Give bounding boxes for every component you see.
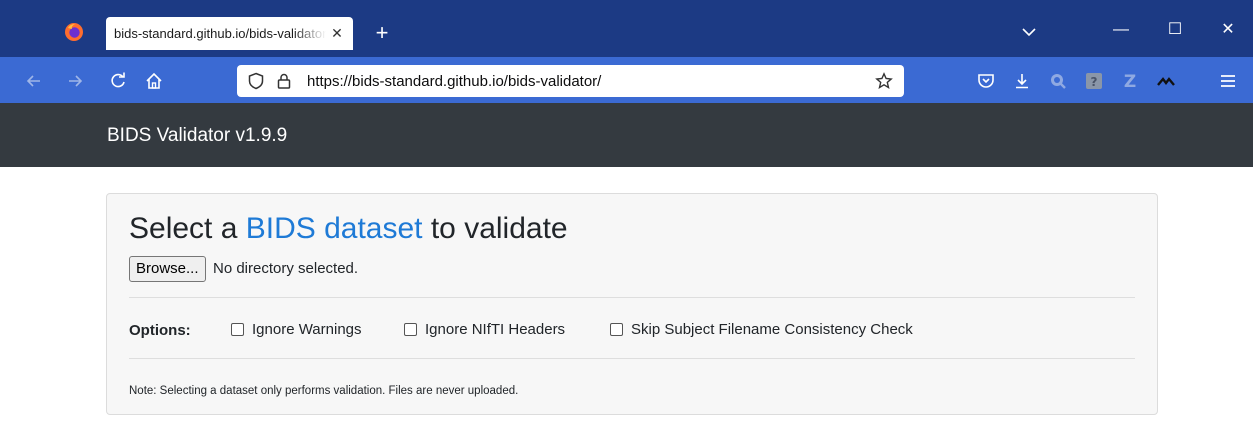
downloads-icon[interactable]: [1012, 71, 1032, 91]
divider: [129, 358, 1135, 359]
navigation-toolbar: https://bids-standard.github.io/bids-val…: [0, 57, 1253, 103]
extension-z-icon[interactable]: Z: [1120, 71, 1140, 91]
page-title: Select a BIDS dataset to validate: [129, 212, 568, 246]
app-header: BIDS Validator v1.9.9: [0, 103, 1253, 167]
bids-dataset-link[interactable]: BIDS dataset: [246, 212, 423, 245]
lock-icon[interactable]: [275, 72, 293, 90]
divider: [129, 297, 1135, 298]
svg-text:?: ?: [1091, 75, 1098, 89]
ignore-nifti-headers-checkbox[interactable]: [404, 323, 417, 336]
app-brand[interactable]: BIDS Validator v1.9.9: [107, 125, 287, 147]
bookmark-star-icon[interactable]: [875, 72, 893, 90]
extension-help-icon[interactable]: ?: [1084, 71, 1104, 91]
firefox-logo-icon: [65, 23, 83, 41]
title-suffix: to validate: [422, 212, 568, 245]
close-window-icon[interactable]: ✕: [1205, 16, 1251, 44]
minimize-icon[interactable]: —: [1098, 16, 1144, 44]
url-path: /bids-validator/: [503, 73, 602, 90]
reload-icon[interactable]: [108, 71, 128, 91]
option-ignore-warnings[interactable]: Ignore Warnings: [231, 321, 362, 338]
option-label: Skip Subject Filename Consistency Check: [631, 321, 913, 338]
upload-note: Note: Selecting a dataset only performs …: [129, 385, 519, 397]
directory-status: No directory selected.: [213, 260, 359, 277]
new-tab-icon[interactable]: +: [371, 22, 393, 44]
address-bar[interactable]: https://bids-standard.github.io/bids-val…: [237, 65, 904, 97]
title-prefix: Select a: [129, 212, 246, 245]
ignore-warnings-checkbox[interactable]: [231, 323, 244, 336]
tracking-protection-shield-icon[interactable]: [247, 72, 265, 90]
extension-search-icon[interactable]: [1048, 71, 1068, 91]
browser-tab[interactable]: bids-standard.github.io/bids-validator/ …: [106, 17, 353, 50]
url-text: https://bids-standard.github.io/bids-val…: [307, 73, 601, 90]
svg-text:Z: Z: [1124, 72, 1136, 91]
url-host: https://bids-standard.github.io: [307, 73, 504, 90]
forward-arrow-icon[interactable]: [65, 71, 85, 91]
hamburger-menu-icon[interactable]: [1218, 71, 1238, 91]
maximize-icon[interactable]: ☐: [1152, 16, 1198, 44]
option-skip-subject-filename-check[interactable]: Skip Subject Filename Consistency Check: [610, 321, 913, 338]
tab-title: bids-standard.github.io/bids-validator/: [114, 26, 326, 41]
back-arrow-icon[interactable]: [24, 71, 44, 91]
browse-button[interactable]: Browse...: [129, 256, 206, 282]
extension-chevrons-icon[interactable]: [1156, 71, 1176, 91]
upload-card: Select a BIDS dataset to validate Browse…: [106, 193, 1158, 415]
skip-subject-filename-checkbox[interactable]: [610, 323, 623, 336]
home-icon[interactable]: [144, 71, 164, 91]
browser-tab-bar: bids-standard.github.io/bids-validator/ …: [0, 0, 1253, 57]
option-label: Ignore NIfTI Headers: [425, 321, 566, 338]
close-tab-icon[interactable]: ✕: [329, 25, 345, 41]
list-all-tabs-icon[interactable]: [1021, 26, 1037, 38]
options-label: Options:: [129, 322, 191, 339]
option-label: Ignore Warnings: [252, 321, 362, 338]
option-ignore-nifti-headers[interactable]: Ignore NIfTI Headers: [404, 321, 565, 338]
pocket-icon[interactable]: [976, 71, 996, 91]
